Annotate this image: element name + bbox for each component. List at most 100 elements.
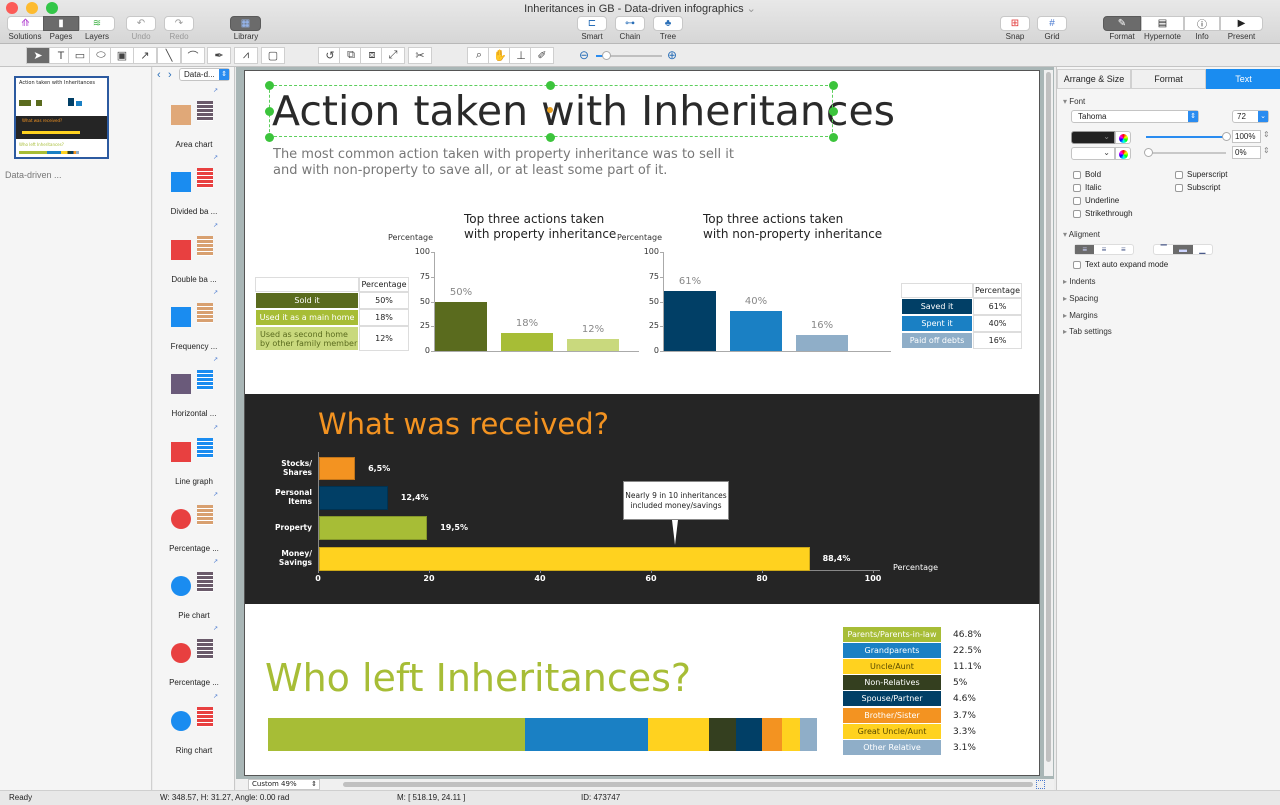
bar[interactable]	[501, 333, 553, 351]
stepper-icon[interactable]: ⇕	[1263, 130, 1270, 139]
alignment-section-header[interactable]: ▾ Aligment	[1063, 230, 1100, 239]
stacked-segment[interactable]	[799, 718, 817, 751]
zoom-select[interactable]: Custom 49% ⇕	[248, 779, 320, 790]
stepper-icon[interactable]: ⇕	[1263, 146, 1270, 155]
library-item[interactable]: Percentage ... ↗	[153, 492, 235, 559]
vertical-scroll-thumb[interactable]	[1046, 72, 1051, 762]
note-tool[interactable]: ▢	[261, 47, 285, 64]
stacked-segment[interactable]	[268, 718, 525, 751]
bar[interactable]	[319, 457, 356, 480]
align-right-button[interactable]: ≡	[1114, 245, 1133, 254]
resize-handle[interactable]	[265, 107, 274, 116]
bar[interactable]	[664, 290, 716, 351]
align-bottom-button[interactable]: ▁	[1193, 245, 1212, 254]
stacked-segment[interactable]	[708, 718, 737, 751]
bar[interactable]	[796, 335, 848, 351]
page-thumbnail[interactable]: Action taken with Inheritances What was …	[14, 76, 109, 159]
bar[interactable]	[319, 516, 428, 540]
bold-checkbox[interactable]: Bold	[1073, 170, 1101, 179]
margins-section-header[interactable]: ▸ Margins	[1063, 311, 1098, 320]
align-middle-button[interactable]: ▬	[1173, 245, 1193, 254]
fit-page-icon[interactable]	[1036, 780, 1045, 789]
select-tool[interactable]: ➤	[26, 47, 50, 64]
tab-format[interactable]: Format	[1131, 69, 1206, 89]
resize-handle[interactable]	[546, 133, 555, 142]
text-opacity-field[interactable]: 100%	[1232, 130, 1261, 143]
layers-button[interactable]: ≋	[79, 16, 115, 31]
arc-tool[interactable]: ⌒	[181, 47, 205, 64]
underline-checkbox[interactable]: Underline	[1073, 196, 1119, 205]
chain-button[interactable]: ⊶	[615, 16, 645, 31]
library-item[interactable]: Double ba ... ↗	[153, 223, 235, 290]
resize-handle[interactable]	[265, 81, 274, 90]
zoom-out-icon[interactable]: ⊖	[579, 48, 589, 62]
resize-handle[interactable]	[829, 81, 838, 90]
spacing-section-header[interactable]: ▸ Spacing	[1063, 294, 1098, 303]
library-item[interactable]: Percentage ... ↗	[153, 626, 235, 693]
strikethrough-checkbox[interactable]: Strikethrough	[1073, 209, 1133, 218]
back-arrow-icon[interactable]: ‹	[157, 69, 161, 81]
background-color-picker-button[interactable]	[1115, 147, 1131, 160]
font-size-select[interactable]: 72 ⌄	[1232, 110, 1269, 123]
hypernote-button[interactable]: ▤	[1141, 16, 1184, 31]
font-family-select[interactable]: Tahoma ⇕	[1071, 110, 1199, 123]
library-item[interactable]: Area chart ↗	[153, 88, 235, 155]
zoom-slider-thumb[interactable]	[602, 51, 611, 60]
resize-handle[interactable]	[265, 133, 274, 142]
background-opacity-field[interactable]: 0%	[1232, 146, 1261, 159]
horizontal-scroll-thumb[interactable]	[343, 782, 1033, 787]
text-color-picker-button[interactable]	[1115, 131, 1131, 144]
page-name[interactable]: Data-driven ...	[5, 170, 62, 180]
frame-tool[interactable]: ▣	[110, 47, 134, 64]
superscript-checkbox[interactable]: Superscript	[1175, 170, 1227, 179]
library-button[interactable]: ▦	[230, 16, 261, 31]
resize-handle[interactable]	[829, 107, 838, 116]
bar[interactable]	[319, 486, 388, 510]
resize-handle[interactable]	[546, 81, 555, 90]
stacked-segment[interactable]	[648, 718, 709, 751]
text-color-well[interactable]: ⌄	[1071, 131, 1115, 144]
tree-button[interactable]: ♣	[653, 16, 683, 31]
stacked-segment[interactable]	[781, 718, 800, 751]
text-opacity-slider[interactable]	[1146, 132, 1231, 141]
bezier-tool[interactable]: ⩘	[234, 47, 258, 64]
library-item[interactable]: Ring chart ↗	[153, 694, 235, 761]
tab-arrange-size[interactable]: Arrange & Size	[1057, 69, 1131, 89]
connect-tool[interactable]: ⤢	[381, 47, 405, 64]
disconnect-tool[interactable]: ✂	[408, 47, 432, 64]
line-tool[interactable]: ╲	[157, 47, 181, 64]
present-button[interactable]: ▶	[1220, 16, 1263, 31]
library-item[interactable]: Line graph ↗	[153, 425, 235, 492]
library-item[interactable]: Pie chart ↗	[153, 559, 235, 626]
background-color-well[interactable]: ⌄	[1071, 147, 1115, 160]
forward-arrow-icon[interactable]: ›	[168, 69, 172, 81]
info-button[interactable]: ⓘ	[1184, 16, 1220, 31]
subscript-checkbox[interactable]: Subscript	[1175, 183, 1220, 192]
zoom-in-icon[interactable]: ⊕	[667, 48, 677, 62]
solutions-button[interactable]: ⟰	[7, 16, 44, 31]
resize-handle[interactable]	[829, 133, 838, 142]
align-left-button[interactable]: ≡	[1075, 245, 1095, 254]
tab-settings-section-header[interactable]: ▸ Tab settings	[1063, 327, 1112, 336]
slider-thumb[interactable]	[1222, 132, 1231, 141]
eyedropper-tool[interactable]: ✐	[530, 47, 554, 64]
italic-checkbox[interactable]: Italic	[1073, 183, 1101, 192]
redo-button[interactable]: ↷	[164, 16, 194, 31]
stacked-segment[interactable]	[524, 718, 649, 751]
undo-button[interactable]: ↶	[126, 16, 156, 31]
format-button[interactable]: ✎	[1103, 16, 1141, 31]
library-item[interactable]: Horizontal ... ↗	[153, 357, 235, 424]
auto-expand-checkbox[interactable]: Text auto expand mode	[1073, 260, 1168, 269]
arrow-tool[interactable]: ↗	[133, 47, 157, 64]
tab-text[interactable]: Text	[1206, 69, 1280, 89]
slider-thumb[interactable]	[1144, 148, 1153, 157]
library-item[interactable]: Frequency ... ↗	[153, 290, 235, 357]
library-dropdown[interactable]: Data-d... ⇕	[179, 68, 230, 81]
font-section-header[interactable]: ▾ Font	[1063, 97, 1085, 106]
stacked-segment[interactable]	[736, 718, 762, 751]
bar[interactable]	[319, 547, 810, 571]
pages-button[interactable]: ▮	[43, 16, 79, 31]
background-opacity-slider[interactable]	[1144, 148, 1226, 157]
stacked-segment[interactable]	[761, 718, 782, 751]
vertical-scrollbar[interactable]	[1044, 70, 1053, 776]
